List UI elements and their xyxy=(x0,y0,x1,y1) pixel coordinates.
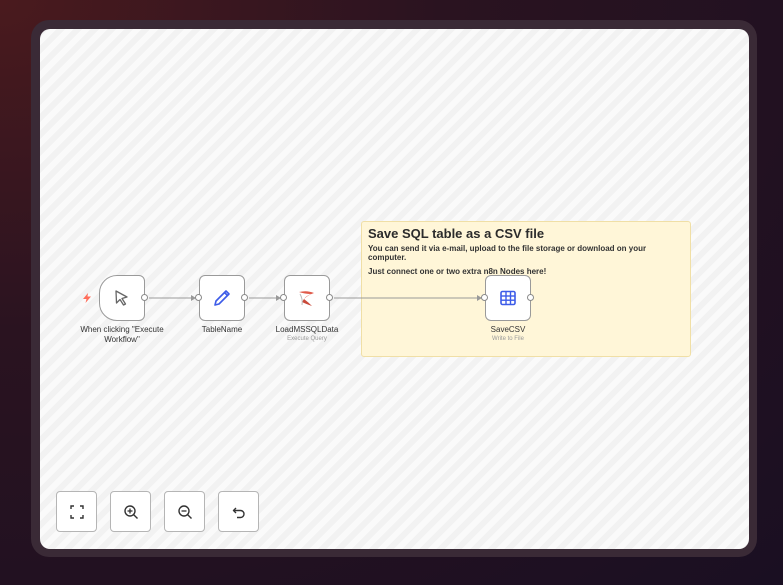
node-savecsv-subtitle: Write to File xyxy=(492,336,524,342)
zoom-in-button[interactable] xyxy=(110,491,151,532)
node-manual-trigger[interactable] xyxy=(99,275,145,321)
workflow-canvas[interactable]: Save SQL table as a CSV file You can sen… xyxy=(40,29,749,549)
reset-zoom-icon xyxy=(232,507,245,518)
pencil-icon xyxy=(214,290,230,306)
node-savecsv-label: SaveCSV xyxy=(490,325,526,334)
fit-view-button[interactable] xyxy=(56,491,97,532)
zoom-out-button[interactable] xyxy=(164,491,205,532)
connections xyxy=(149,295,482,301)
node-loadmssqldata-subtitle: Execute Query xyxy=(287,336,327,342)
node-loadmssqldata[interactable] xyxy=(284,275,330,321)
node-tablename-label: TableName xyxy=(201,325,243,334)
table-icon xyxy=(500,290,516,306)
node-tablename-input-port[interactable] xyxy=(195,294,202,301)
trigger-bolt-icon xyxy=(83,293,91,303)
reset-zoom-button[interactable] xyxy=(218,491,259,532)
node-tablename[interactable] xyxy=(199,275,245,321)
zoom-in-icon xyxy=(123,504,138,519)
node-loadmssqldata-output-port[interactable] xyxy=(326,294,333,301)
zoom-out-icon xyxy=(177,504,192,519)
node-manual-trigger-label: When clicking "Execute Workflow" xyxy=(80,325,164,344)
node-savecsv-input-port[interactable] xyxy=(481,294,488,301)
fit-view-icon xyxy=(69,504,84,519)
mssql-icon xyxy=(299,291,314,306)
node-loadmssqldata-input-port[interactable] xyxy=(280,294,287,301)
node-savecsv-output-port[interactable] xyxy=(527,294,534,301)
node-manual-trigger-output-port[interactable] xyxy=(141,294,148,301)
cursor-icon xyxy=(115,290,128,306)
node-tablename-output-port[interactable] xyxy=(241,294,248,301)
node-savecsv[interactable] xyxy=(485,275,531,321)
node-loadmssqldata-label: LoadMSSQLData xyxy=(275,325,339,334)
